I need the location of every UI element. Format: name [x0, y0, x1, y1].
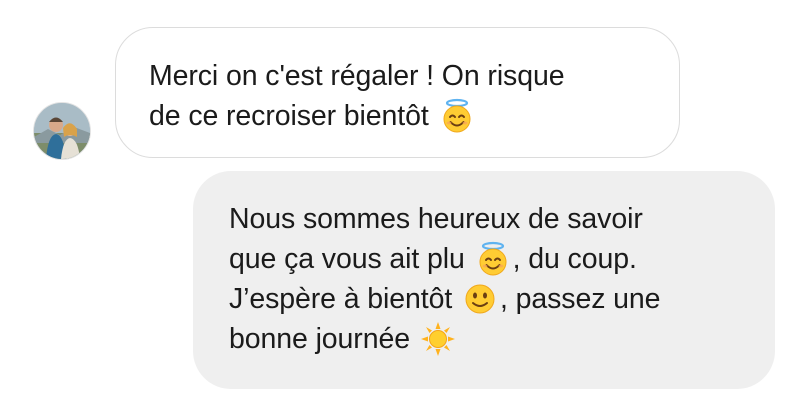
user-avatar-photo: [34, 103, 90, 159]
avatar[interactable]: [33, 102, 91, 160]
message-line: bonne journée: [229, 319, 751, 359]
sun-icon: [420, 321, 456, 357]
message-line: de ce recroiser bientôt: [149, 96, 649, 136]
message-line: J’espère à bientôt , passez une: [229, 279, 751, 319]
message-text: que ça vous ait plu: [229, 243, 465, 275]
message-text: Merci on c'est régaler ! On risque: [149, 60, 565, 92]
message-line: Nous sommes heureux de savoir: [229, 199, 751, 239]
message-text: bonne journée: [229, 323, 410, 355]
message-text: , du coup.: [512, 243, 637, 275]
message-line: Merci on c'est régaler ! On risque: [149, 56, 649, 96]
smiling-face-with-halo-icon: [439, 98, 475, 134]
message-line: que ça vous ait plu , du coup.: [229, 239, 751, 279]
message-text: , passez une: [500, 283, 661, 315]
incoming-message-bubble[interactable]: Merci on c'est régaler ! On risque de ce…: [115, 27, 680, 158]
outgoing-message-bubble[interactable]: Nous sommes heureux de savoir que ça vou…: [193, 171, 775, 389]
smiling-face-with-halo-icon: [475, 241, 511, 277]
message-text: Nous sommes heureux de savoir: [229, 203, 643, 235]
slightly-smiling-face-icon: [462, 281, 498, 317]
message-text: J’espère à bientôt: [229, 283, 453, 315]
message-text: de ce recroiser bientôt: [149, 100, 429, 132]
